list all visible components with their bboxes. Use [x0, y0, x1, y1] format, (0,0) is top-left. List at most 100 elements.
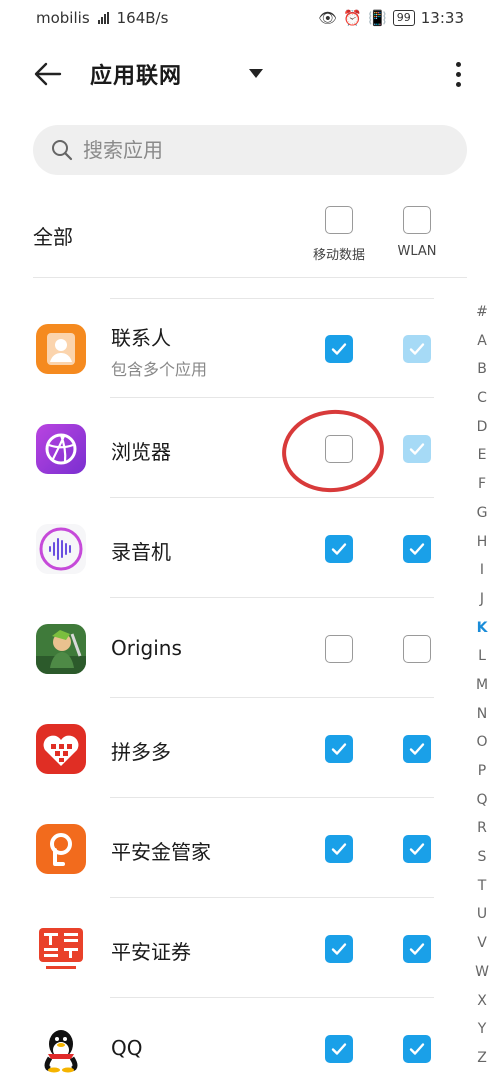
mobile-data-checkbox[interactable]	[325, 935, 353, 963]
browser-app-icon	[36, 424, 86, 474]
check-icon	[409, 543, 425, 555]
mobile-data-checkbox[interactable]	[325, 535, 353, 563]
pingan-securities-app-icon	[36, 924, 86, 974]
battery-icon: 99	[392, 10, 415, 26]
check-icon	[409, 743, 425, 755]
app-row-pingan-securities: 平安证券	[0, 898, 500, 998]
check-icon	[331, 343, 347, 355]
mobile-data-checkbox[interactable]	[325, 1035, 353, 1063]
pingan-jinguanjia-app-icon	[36, 824, 86, 874]
app-row-origins: Origins	[0, 598, 500, 698]
app-row-browser: 浏览器	[0, 398, 500, 498]
clock: 13:33	[420, 9, 464, 27]
index-letter[interactable]: I	[480, 556, 484, 585]
index-letter[interactable]: Q	[476, 786, 487, 815]
index-letter[interactable]: X	[477, 987, 487, 1016]
index-letter[interactable]: D	[477, 413, 488, 442]
wlan-checkbox[interactable]	[403, 735, 431, 763]
index-letter[interactable]: P	[478, 757, 486, 786]
wlan-checkbox[interactable]	[403, 835, 431, 863]
wlan-column-header: WLAN	[377, 206, 457, 259]
more-vertical-icon	[455, 61, 461, 67]
wlan-label: WLAN	[397, 244, 437, 259]
mobile-data-checkbox[interactable]	[325, 735, 353, 763]
index-letter[interactable]: B	[477, 355, 487, 384]
check-icon	[331, 743, 347, 755]
search-icon	[52, 140, 73, 161]
index-letter[interactable]: O	[476, 728, 487, 757]
qq-app-icon	[36, 1024, 86, 1074]
search-bar[interactable]	[33, 125, 467, 175]
index-letter[interactable]: T	[478, 872, 487, 901]
app-row-qq: QQ	[0, 998, 500, 1083]
wlan-checkbox[interactable]	[403, 535, 431, 563]
index-letter[interactable]: A	[477, 327, 487, 356]
pinduoduo-app-icon	[36, 724, 86, 774]
app-name: 浏览器	[111, 440, 171, 464]
mobile-data-checkbox[interactable]	[325, 635, 353, 663]
check-icon	[409, 1043, 425, 1055]
index-letter[interactable]: W	[475, 958, 489, 987]
index-letter[interactable]: #	[476, 298, 488, 327]
app-name: QQ	[111, 1036, 143, 1060]
select-all-mobile-checkbox[interactable]	[325, 206, 353, 234]
mobile-data-column-header: 移动数据	[299, 206, 379, 263]
wlan-checkbox[interactable]	[403, 1035, 431, 1063]
mobile-data-label: 移动数据	[312, 248, 365, 263]
back-button[interactable]	[28, 54, 68, 94]
arrow-left-icon	[34, 62, 62, 86]
check-icon	[409, 343, 425, 355]
wlan-checkbox[interactable]	[403, 335, 431, 363]
app-name: 拼多多	[111, 740, 171, 764]
vibrate-icon: 📳	[368, 9, 387, 27]
mobile-data-checkbox[interactable]	[325, 435, 353, 463]
app-row-pingan-jinguanjia: 平安金管家	[0, 798, 500, 898]
index-letter[interactable]: K	[477, 614, 488, 643]
wlan-checkbox[interactable]	[403, 635, 431, 663]
index-letter[interactable]: L	[478, 642, 486, 671]
check-icon	[331, 543, 347, 555]
index-letter[interactable]: H	[477, 528, 488, 557]
app-list: 联系人 包含多个应用 浏览器 录音机 Origins 拼多多 平安金管家 平安证…	[0, 298, 500, 1083]
index-letter[interactable]: R	[477, 814, 487, 843]
search-input[interactable]	[83, 138, 443, 162]
app-row-recorder: 录音机	[0, 498, 500, 598]
check-icon	[409, 443, 425, 455]
carrier-label: mobilis	[36, 9, 90, 27]
index-letter[interactable]: Z	[477, 1044, 487, 1073]
index-letter[interactable]: E	[478, 441, 487, 470]
status-bar: mobilis 164B/s 👁 ⏰ 📳 99 13:33	[0, 0, 500, 36]
index-letter[interactable]: N	[477, 700, 487, 729]
app-name: 录音机	[111, 540, 171, 564]
mobile-data-checkbox[interactable]	[325, 335, 353, 363]
index-letter[interactable]: S	[478, 843, 487, 872]
more-options-button[interactable]	[444, 54, 472, 94]
index-letter[interactable]: G	[477, 499, 488, 528]
app-row-contacts: 联系人 包含多个应用	[0, 298, 500, 398]
index-letter[interactable]: M	[476, 671, 488, 700]
triangle-down-icon	[249, 69, 263, 78]
app-name: 平安证券	[111, 940, 191, 964]
contacts-app-icon	[36, 324, 86, 374]
title-dropdown-button[interactable]	[246, 64, 266, 84]
app-row-pinduoduo: 拼多多	[0, 698, 500, 798]
alphabet-index[interactable]: # A B C D E F G H I J K L M N O P Q R S T U V W X Y Z	[470, 298, 494, 1073]
mobile-data-checkbox[interactable]	[325, 835, 353, 863]
wlan-checkbox[interactable]	[403, 435, 431, 463]
check-icon	[409, 943, 425, 955]
check-icon	[331, 843, 347, 855]
index-letter[interactable]: C	[477, 384, 487, 413]
index-letter[interactable]: U	[477, 900, 487, 929]
index-letter[interactable]: V	[477, 929, 487, 958]
index-letter[interactable]: F	[478, 470, 486, 499]
check-icon	[331, 1043, 347, 1055]
select-all-wlan-checkbox[interactable]	[403, 206, 431, 234]
index-letter[interactable]: J	[480, 585, 484, 614]
eye-comfort-icon: 👁	[318, 9, 338, 27]
title-bar: 应用联网	[0, 44, 500, 104]
index-letter[interactable]: Y	[478, 1015, 487, 1044]
check-icon	[409, 843, 425, 855]
wlan-checkbox[interactable]	[403, 935, 431, 963]
app-name: 平安金管家	[111, 840, 211, 864]
app-name: 联系人	[111, 326, 171, 350]
